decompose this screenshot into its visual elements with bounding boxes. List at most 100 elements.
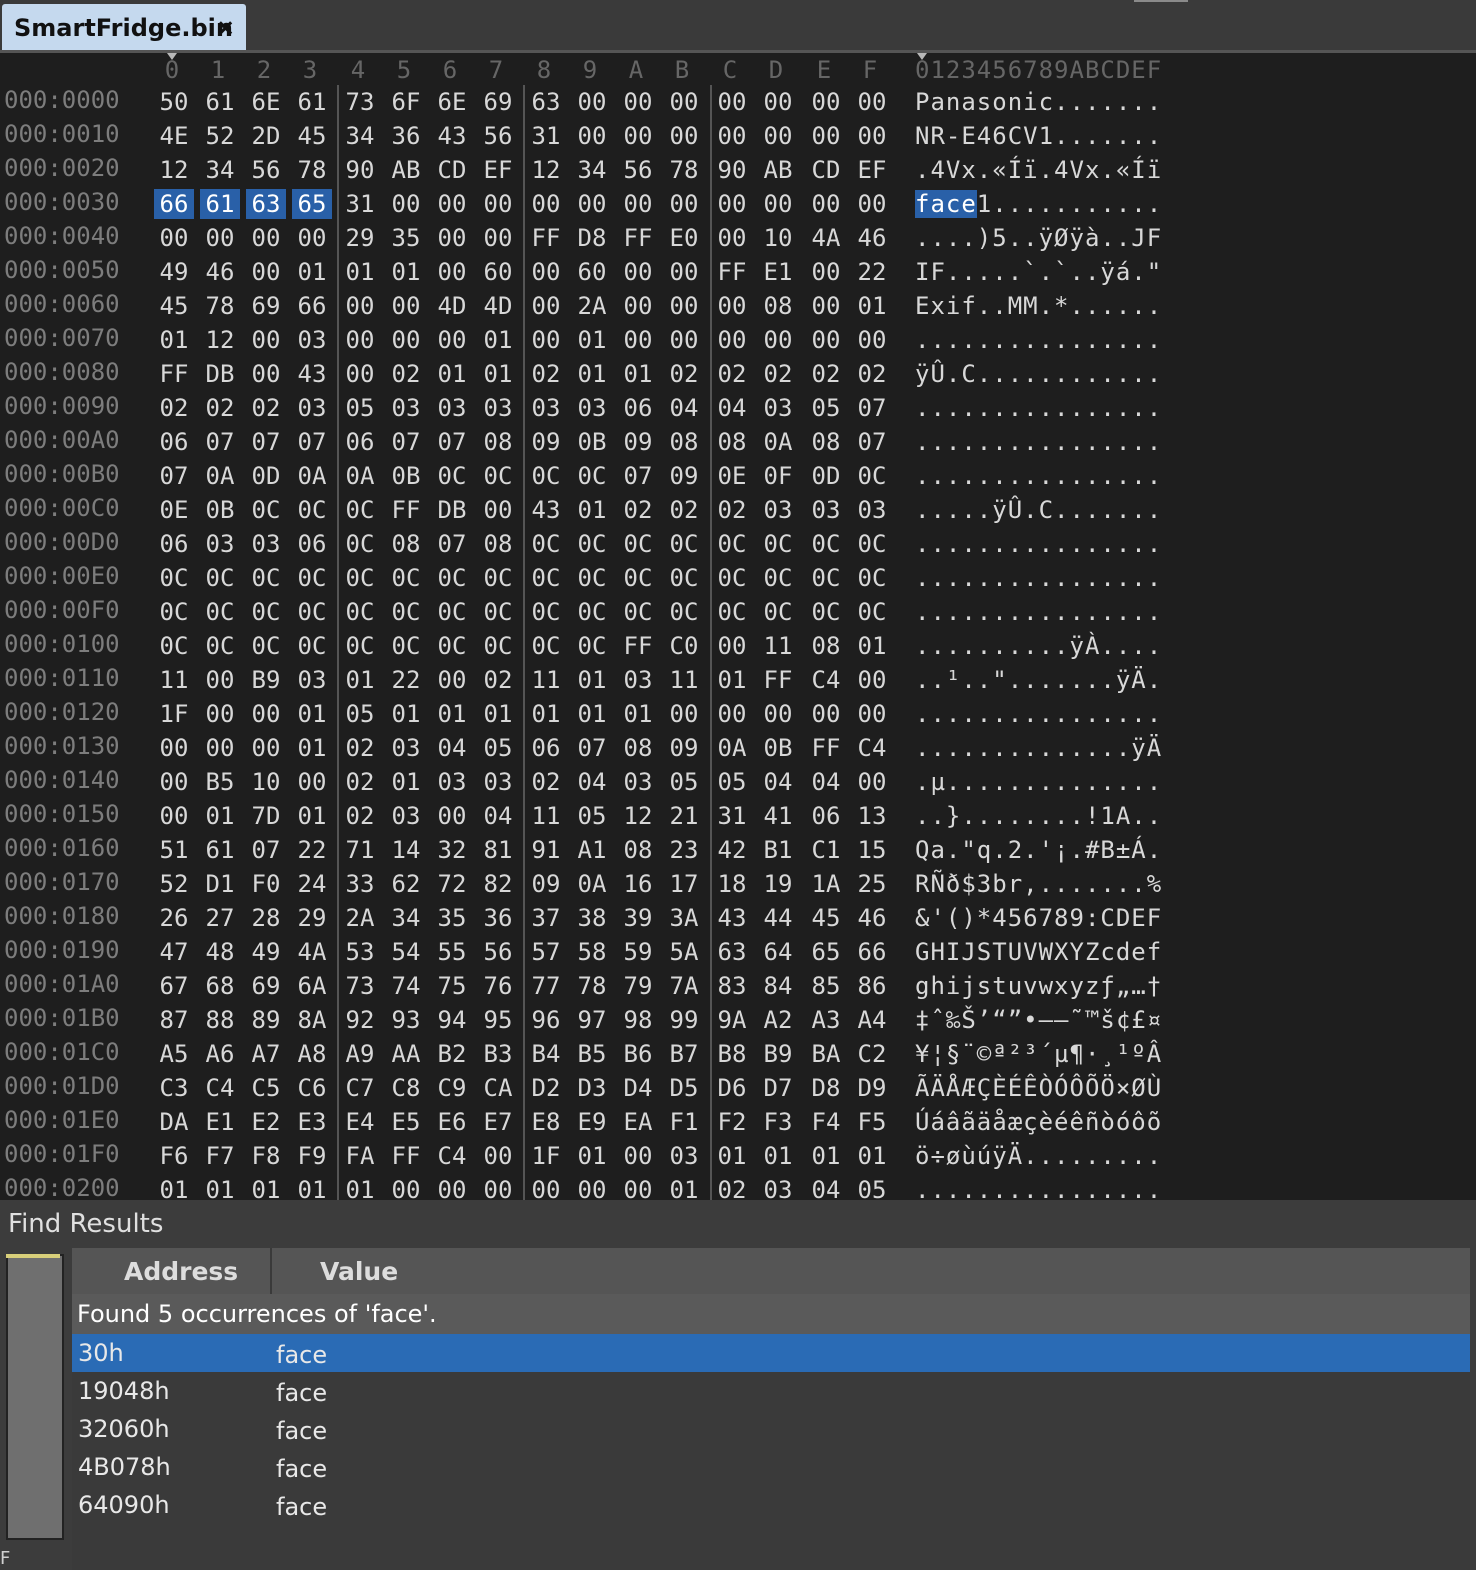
hex-byte[interactable]: 0C [386, 563, 426, 593]
hex-byte[interactable]: 00 [712, 631, 752, 661]
hex-byte[interactable]: 18 [712, 869, 752, 899]
hex-byte[interactable]: 01 [572, 359, 612, 389]
hex-byte[interactable]: 03 [432, 767, 472, 797]
hex-byte[interactable]: A2 [758, 1005, 798, 1035]
hex-byte[interactable]: 01 [526, 699, 566, 729]
hex-byte[interactable]: 07 [386, 427, 426, 457]
hex-byte[interactable]: 0C [478, 597, 518, 627]
hex-row[interactable]: 000:0170 52 D1 F0 24 33 62 72 82 09 0A 16 17 18 19 1A 25… [0, 867, 1476, 901]
hex-byte[interactable]: 02 [712, 495, 752, 525]
hex-byte[interactable]: 0C [712, 529, 752, 559]
hex-byte[interactable]: 06 [526, 733, 566, 763]
hex-byte[interactable]: 35 [386, 223, 426, 253]
hex-byte[interactable]: 02 [758, 359, 798, 389]
hex-byte[interactable]: 0C [618, 529, 658, 559]
hex-byte[interactable]: 56 [478, 937, 518, 967]
hex-byte[interactable]: 02 [806, 359, 846, 389]
hex-byte[interactable]: CD [432, 155, 472, 185]
hex-byte[interactable]: 01 [292, 699, 332, 729]
hex-byte[interactable]: 7A [664, 971, 704, 1001]
hex-byte[interactable]: 78 [664, 155, 704, 185]
hex-byte[interactable]: C3 [154, 1073, 194, 1103]
ascii-text[interactable]: face1........... [915, 189, 1162, 219]
hex-byte[interactable]: 24 [292, 869, 332, 899]
hex-byte[interactable]: A3 [806, 1005, 846, 1035]
ascii-text[interactable]: ..¹..".......ÿÄ. [915, 665, 1162, 695]
hex-byte[interactable]: 03 [758, 1175, 798, 1200]
hex-byte[interactable]: 02 [340, 801, 380, 831]
hex-row[interactable]: 000:0180 26 27 28 29 2A 34 35 36 37 38 39 3A 43 44 45 46… [0, 901, 1476, 935]
hex-byte[interactable]: D8 [572, 223, 612, 253]
hex-byte[interactable]: 0B [200, 495, 240, 525]
hex-byte[interactable]: 34 [340, 121, 380, 151]
hex-byte[interactable]: 99 [664, 1005, 704, 1035]
hex-byte[interactable]: 4D [478, 291, 518, 321]
hex-byte[interactable]: 00 [618, 87, 658, 117]
hex-byte[interactable]: 6E [432, 87, 472, 117]
hex-byte[interactable]: 08 [664, 427, 704, 457]
hex-byte[interactable]: 06 [618, 393, 658, 423]
hex-byte[interactable]: 02 [386, 359, 426, 389]
hex-byte[interactable]: 07 [852, 393, 892, 423]
hex-byte[interactable]: 00 [758, 87, 798, 117]
hex-byte[interactable]: 0B [572, 427, 612, 457]
hex-byte[interactable]: 03 [432, 393, 472, 423]
hex-row[interactable]: 000:0120 1F 00 00 01 05 01 01 01 01 01 01 00 00 00 00 00… [0, 697, 1476, 731]
hex-byte[interactable]: 00 [618, 291, 658, 321]
hex-byte[interactable]: A7 [246, 1039, 286, 1069]
hex-byte[interactable]: 00 [852, 665, 892, 695]
hex-byte[interactable]: F2 [712, 1107, 752, 1137]
hex-byte[interactable]: 38 [572, 903, 612, 933]
hex-byte[interactable]: 01 [572, 699, 612, 729]
hex-byte[interactable]: 00 [852, 325, 892, 355]
hex-byte[interactable]: 0C [246, 495, 286, 525]
hex-byte[interactable]: 03 [292, 393, 332, 423]
hex-byte[interactable]: C9 [432, 1073, 472, 1103]
hex-byte[interactable]: F6 [154, 1141, 194, 1171]
hex-byte[interactable]: 02 [664, 495, 704, 525]
hex-byte[interactable]: 36 [478, 903, 518, 933]
hex-byte[interactable]: 08 [618, 835, 658, 865]
hex-byte[interactable]: 58 [572, 937, 612, 967]
hex-byte[interactable]: 02 [712, 359, 752, 389]
hex-byte[interactable]: 00 [246, 223, 286, 253]
hex-byte[interactable]: 02 [154, 393, 194, 423]
hex-byte[interactable]: 11 [526, 665, 566, 695]
hex-byte[interactable]: 53 [340, 937, 380, 967]
hex-byte[interactable]: B8 [712, 1039, 752, 1069]
hex-byte[interactable]: 1F [154, 699, 194, 729]
hex-byte[interactable]: 01 [852, 291, 892, 321]
hex-byte[interactable]: FF [758, 665, 798, 695]
hex-byte[interactable]: 00 [664, 291, 704, 321]
hex-byte[interactable]: 01 [340, 1175, 380, 1200]
hex-byte[interactable]: 0C [200, 597, 240, 627]
hex-byte[interactable]: 00 [432, 801, 472, 831]
hex-byte[interactable]: 43 [432, 121, 472, 151]
hex-byte[interactable]: 33 [340, 869, 380, 899]
hex-byte[interactable]: 81 [478, 835, 518, 865]
hex-byte[interactable]: 0C [526, 597, 566, 627]
hex-byte[interactable]: 0C [340, 563, 380, 593]
hex-byte[interactable]: E7 [478, 1107, 518, 1137]
hex-byte[interactable]: 52 [200, 121, 240, 151]
hex-byte[interactable]: B9 [758, 1039, 798, 1069]
hex-byte[interactable]: 12 [154, 155, 194, 185]
hex-byte[interactable]: 46 [200, 257, 240, 287]
hex-byte[interactable]: 00 [806, 189, 846, 219]
ascii-text[interactable]: ....)5..ÿØÿà..JF [915, 223, 1162, 253]
hex-byte[interactable]: 34 [200, 155, 240, 185]
hex-byte[interactable]: 02 [340, 767, 380, 797]
hex-byte[interactable]: 00 [572, 189, 612, 219]
hex-byte[interactable]: 0C [806, 529, 846, 559]
hex-byte[interactable]: 05 [852, 1175, 892, 1200]
hex-byte[interactable]: 0C [852, 461, 892, 491]
hex-byte[interactable]: 06 [154, 529, 194, 559]
hex-byte[interactable]: 00 [478, 1141, 518, 1171]
hex-byte[interactable]: 90 [712, 155, 752, 185]
ascii-text[interactable]: ö÷øùúÿÄ......... [915, 1141, 1162, 1171]
result-row[interactable]: 64090h face [72, 1486, 1470, 1524]
hex-byte[interactable]: 0A [572, 869, 612, 899]
hex-byte[interactable]: 00 [664, 257, 704, 287]
ascii-text[interactable]: ................ [915, 1175, 1162, 1200]
hex-row[interactable]: 000:00F0 0C 0C 0C 0C 0C 0C 0C 0C 0C 0C 0C 0C 0C 0C 0C 0C… [0, 595, 1476, 629]
